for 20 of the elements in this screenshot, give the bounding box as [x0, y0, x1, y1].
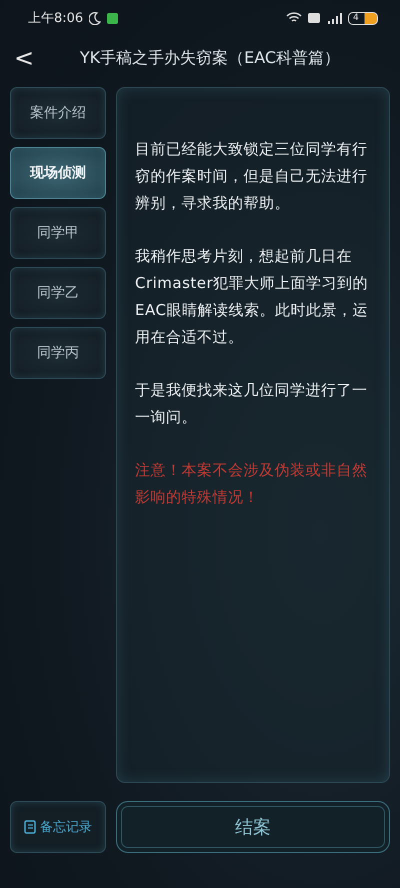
close-case-button[interactable]: 结案	[116, 801, 390, 853]
sidebar-tab[interactable]: 案件介绍	[10, 87, 106, 139]
notebook-icon	[24, 820, 36, 834]
warning-text: 注意！本案不会涉及伪装或非自然影响的特殊情况！	[135, 460, 368, 508]
sidebar-tab[interactable]: 现场侦测	[10, 147, 106, 199]
story-paragraph: 目前已经能大致锁定三位同学有行窃的作案时间，但是自己无法进行辨别，寻求我的帮助。	[135, 139, 368, 214]
battery-icon: 4	[348, 12, 378, 24]
status-time: 上午8:06	[28, 10, 84, 27]
sidebar-tab[interactable]: 同学甲	[10, 207, 106, 259]
sidebar-tab[interactable]: 同学丙	[10, 327, 106, 379]
story-paragraph: 于是我便找来这几位同学进行了一一询问。	[135, 380, 368, 428]
back-button[interactable]: <	[0, 44, 44, 72]
story-paragraph: 我稍作思考片刻，想起前几日在Crimaster犯罪大师上面学习到的EAC眼睛解读线索。此时此景，运用在合适不过。	[135, 246, 370, 348]
moon-icon	[89, 12, 102, 24]
wifi-icon	[286, 12, 302, 24]
signal-icon	[326, 12, 342, 24]
app-notification-icon	[107, 12, 118, 24]
memo-button[interactable]: 备忘记录	[10, 801, 106, 853]
page-title: YK手稿之手办失窃案（EAC科普篇）	[78, 48, 342, 68]
sidebar-tab[interactable]: 同学乙	[10, 267, 106, 319]
